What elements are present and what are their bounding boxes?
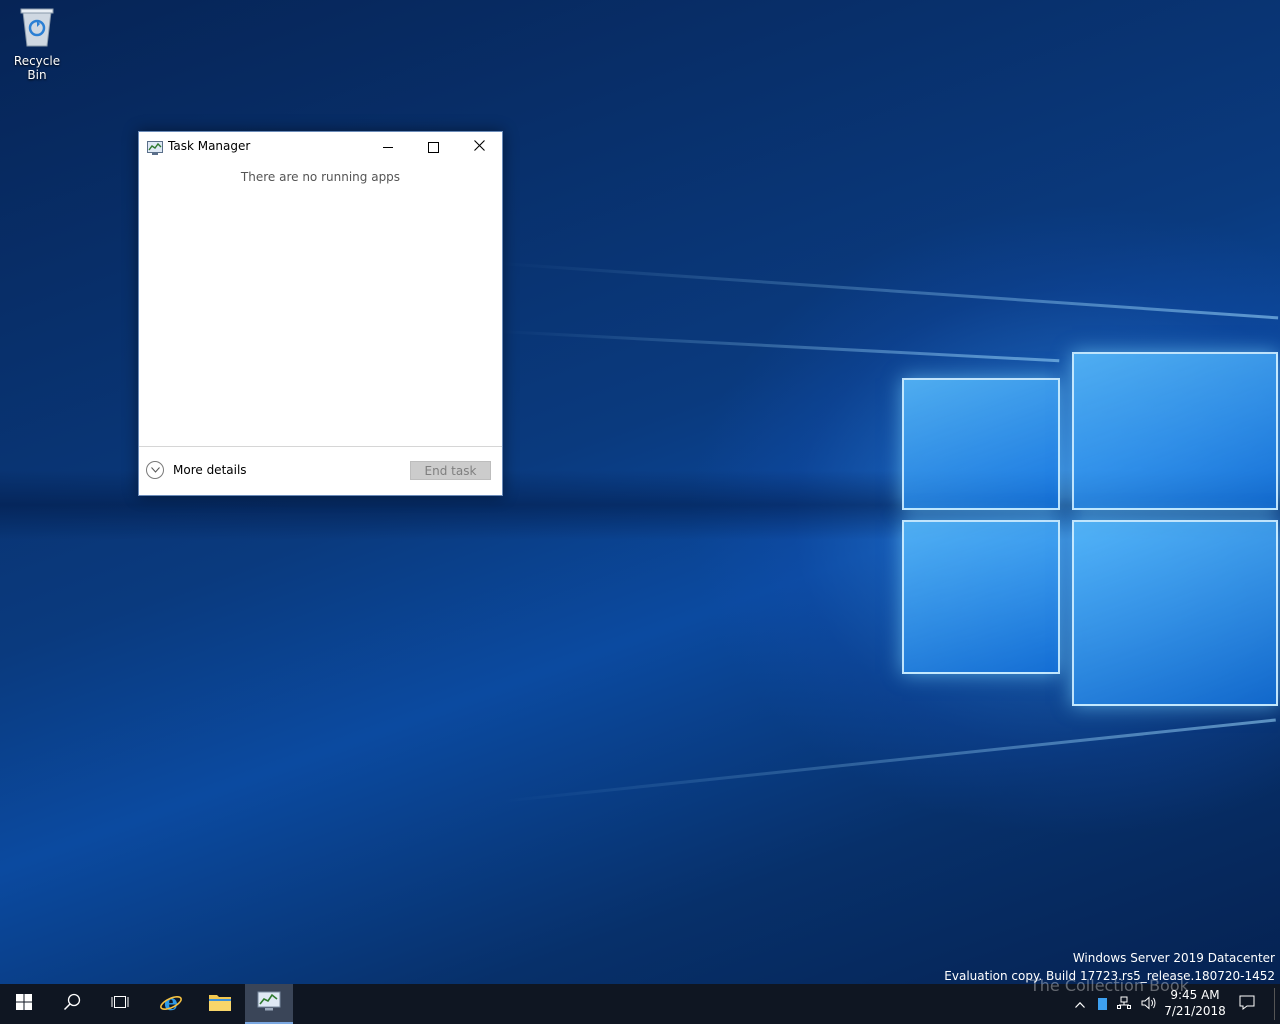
start-button[interactable]: [0, 984, 48, 1024]
maximize-button[interactable]: [410, 132, 456, 162]
task-manager-icon: [147, 140, 163, 155]
window-footer: More details End task: [139, 446, 502, 496]
task-manager-icon: [257, 991, 281, 1015]
logo-pane: [1072, 352, 1278, 510]
watermark-text: The Collection Book: [1030, 976, 1189, 995]
minimize-icon: [383, 146, 393, 148]
window-title: Task Manager: [168, 139, 251, 153]
task-manager-window[interactable]: Task Manager There are no running apps M…: [138, 131, 503, 496]
close-icon: [473, 139, 485, 155]
action-center-button[interactable]: [1234, 984, 1260, 1024]
chevron-up-icon: [1075, 997, 1085, 1011]
light-beam: [499, 330, 1060, 363]
more-details-label: More details: [173, 463, 247, 477]
light-beam: [499, 718, 1276, 803]
task-view-icon: [111, 994, 129, 1014]
more-details-button[interactable]: More details: [146, 461, 247, 479]
empty-message: There are no running apps: [240, 170, 401, 184]
file-explorer-button[interactable]: [196, 984, 244, 1024]
windows-logo-icon: [16, 994, 32, 1014]
title-bar[interactable]: Task Manager: [139, 132, 502, 162]
recycle-bin-icon: [20, 6, 54, 48]
server-icon: [1097, 998, 1107, 1010]
logo-pane: [902, 520, 1060, 674]
internet-explorer-icon: e: [159, 990, 183, 1018]
task-view-button[interactable]: [96, 984, 144, 1024]
volume-icon: [1141, 995, 1157, 1013]
recycle-bin-label: Recycle Bin: [13, 54, 61, 82]
close-button[interactable]: [456, 132, 502, 162]
logo-pane: [902, 378, 1060, 510]
light-beam: [499, 262, 1279, 320]
svg-text:e: e: [164, 990, 178, 1014]
task-manager-taskbar-button[interactable]: [245, 984, 293, 1024]
search-button[interactable]: [48, 984, 96, 1024]
minimize-button[interactable]: [365, 132, 411, 162]
internet-explorer-button[interactable]: e: [147, 984, 195, 1024]
folder-icon: [208, 992, 232, 1016]
logo-pane: [1072, 520, 1278, 706]
show-desktop-button[interactable]: [1274, 988, 1275, 1020]
network-icon: [1117, 996, 1131, 1013]
edition-line: Windows Server 2019 Datacenter: [1072, 951, 1275, 965]
clock-date: 7/21/2018: [1164, 1004, 1226, 1018]
recycle-bin[interactable]: Recycle Bin: [4, 6, 70, 82]
end-task-button[interactable]: End task: [410, 461, 491, 480]
search-icon: [63, 993, 81, 1015]
chevron-down-icon: [146, 461, 164, 479]
maximize-icon: [427, 141, 439, 153]
notification-icon: [1239, 995, 1255, 1013]
